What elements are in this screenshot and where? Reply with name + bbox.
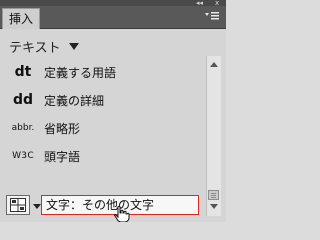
- list-item-dd[interactable]: dd 定義の詳細: [6, 88, 201, 112]
- list-item-dt[interactable]: dt 定義する用語: [6, 60, 201, 84]
- list-item-abbr[interactable]: abbr. 省略形: [6, 116, 201, 140]
- selected-item-label: 文字：その他の文字: [46, 198, 155, 212]
- insert-item-list: dt 定義する用語 dd 定義の詳細 abbr. 省略形 W3C 頭字語: [6, 60, 201, 188]
- list-item-acronym[interactable]: W3C 頭字語: [6, 144, 201, 168]
- picker-dropdown-arrow-icon[interactable]: [33, 204, 41, 209]
- tab-insert[interactable]: 挿入: [2, 8, 40, 29]
- list-scrollbar[interactable]: [206, 56, 221, 216]
- chevron-down-icon: [68, 42, 79, 50]
- abbr-icon: abbr.: [11, 123, 35, 133]
- list-item-label: 省略形: [44, 121, 81, 136]
- panel-menu-icon[interactable]: [203, 11, 221, 25]
- acronym-icon: W3C: [12, 151, 34, 161]
- scrollbar-thumb[interactable]: [208, 190, 219, 200]
- list-item-label: 定義する用語: [44, 65, 117, 80]
- dt-icon: dt: [14, 64, 32, 80]
- category-dropdown[interactable]: テキスト: [9, 36, 79, 56]
- scroll-up-icon[interactable]: [210, 62, 218, 67]
- scroll-down-icon[interactable]: [210, 204, 218, 209]
- category-label: テキスト: [9, 40, 61, 56]
- character-picker-icon[interactable]: [6, 195, 30, 215]
- dd-icon: dd: [12, 92, 34, 108]
- list-item-label: 定義の詳細: [44, 93, 105, 108]
- list-item-label: 頭字語: [44, 149, 81, 164]
- insert-panel: ◂◂ x 挿入 テキスト dt 定義する用語 dd 定義の詳細 abbr. 省略…: [0, 0, 226, 222]
- panel-tab-bar: 挿入: [0, 6, 226, 29]
- hand-pointer-icon: [114, 206, 130, 222]
